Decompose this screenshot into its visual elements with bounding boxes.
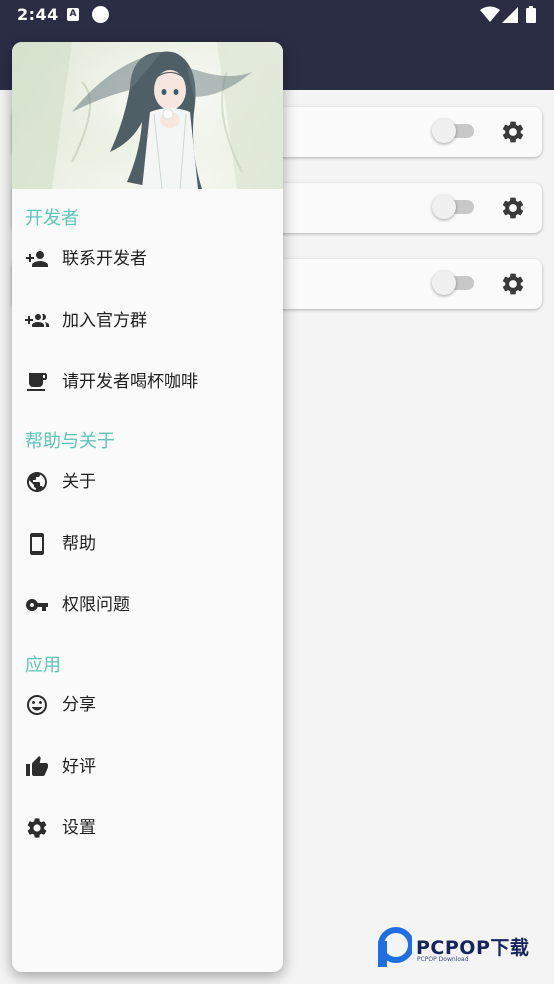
toggle-thumb[interactable] xyxy=(432,271,456,295)
menu-item-label: 加入官方群 xyxy=(62,311,147,331)
menu-item-label: 请开发者喝杯咖啡 xyxy=(62,372,198,392)
watermark: PCPOP下载 PCPOP Download xyxy=(376,925,546,971)
status-circle-icon xyxy=(92,6,109,23)
status-bar: 2:44 A xyxy=(0,0,554,30)
menu-item-label: 好评 xyxy=(62,757,96,777)
anime-girl-illustration xyxy=(12,42,283,189)
menu-item-label: 联系开发者 xyxy=(62,249,147,269)
menu-item-about[interactable]: 关于 xyxy=(12,454,283,510)
thumb-up-icon xyxy=(26,756,48,776)
menu-item-rate[interactable]: 好评 xyxy=(12,739,283,795)
person-add-icon xyxy=(26,251,48,267)
menu-item-share[interactable]: 分享 xyxy=(12,677,283,733)
menu-item-label: 帮助 xyxy=(62,534,96,554)
smiley-icon xyxy=(27,695,47,715)
menu-item-help[interactable]: 帮助 xyxy=(12,516,283,572)
signal-icon xyxy=(502,7,518,23)
gear-icon[interactable] xyxy=(500,119,526,145)
menu-item-label: 设置 xyxy=(62,818,96,838)
menu-item-label: 关于 xyxy=(62,472,96,492)
gear-icon[interactable] xyxy=(500,195,526,221)
menu-item-label: 权限问题 xyxy=(62,595,130,615)
toggle-thumb[interactable] xyxy=(432,195,456,219)
group-add-icon xyxy=(25,314,49,327)
section-title-developer: 开发者 xyxy=(25,208,79,229)
toggle-thumb[interactable] xyxy=(432,119,456,143)
navigation-drawer: 开发者 联系开发者 加入官方群 请开发者喝杯咖啡 帮助与关于 关于 帮助 权限问… xyxy=(12,42,283,972)
key-icon xyxy=(26,599,48,611)
wifi-icon xyxy=(480,6,500,22)
section-title-app: 应用 xyxy=(25,655,61,676)
menu-item-label: 分享 xyxy=(62,695,96,715)
section-title-help-about: 帮助与关于 xyxy=(25,431,115,452)
globe-icon xyxy=(27,472,47,492)
status-time: 2:44 xyxy=(17,5,59,24)
menu-item-buy-coffee[interactable]: 请开发者喝杯咖啡 xyxy=(12,354,283,410)
menu-item-contact-developer[interactable]: 联系开发者 xyxy=(12,231,283,287)
drawer-header-image xyxy=(12,42,283,189)
coffee-icon xyxy=(27,373,47,391)
phone-icon xyxy=(30,533,44,555)
gear-icon[interactable] xyxy=(500,271,526,297)
status-a-badge-icon: A xyxy=(67,8,79,21)
menu-item-join-group[interactable]: 加入官方群 xyxy=(12,293,283,349)
battery-icon xyxy=(526,6,536,23)
watermark-sub: PCPOP Download xyxy=(417,956,469,963)
pcpop-logo-icon xyxy=(378,927,412,967)
settings-icon xyxy=(27,818,47,838)
menu-item-settings[interactable]: 设置 xyxy=(12,800,283,856)
menu-item-permissions[interactable]: 权限问题 xyxy=(12,577,283,633)
